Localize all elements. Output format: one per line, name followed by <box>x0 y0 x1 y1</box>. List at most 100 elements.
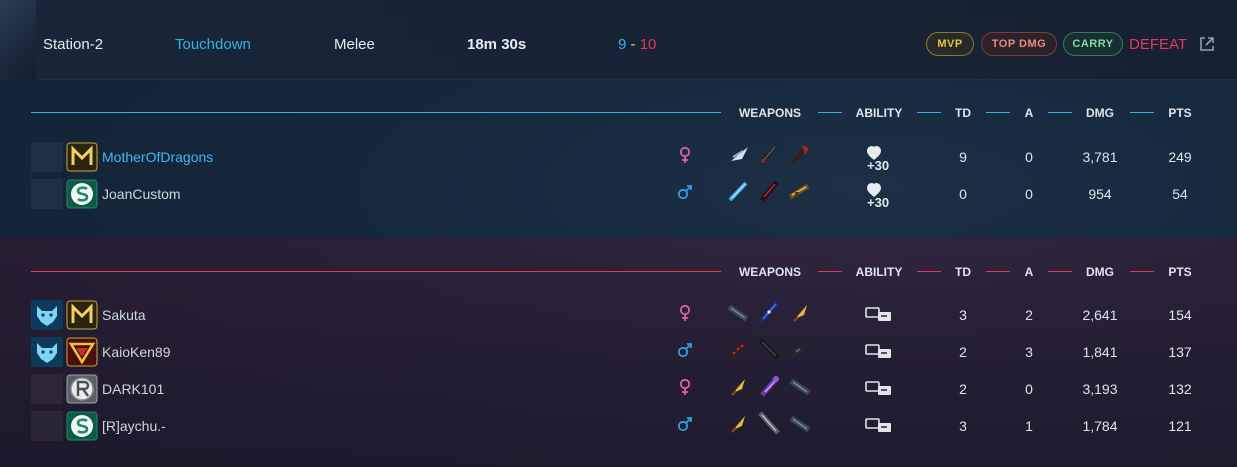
stat-pts: 137 <box>1168 344 1192 360</box>
stat-a: 2 <box>1025 307 1033 323</box>
male-icon <box>677 183 693 201</box>
stat-dmg: 3,193 <box>1082 381 1118 397</box>
stat-td: 9 <box>959 149 967 165</box>
card-swap-icon <box>863 374 895 404</box>
stat-td: 3 <box>959 418 967 434</box>
player-name[interactable]: Sakuta <box>102 307 146 323</box>
male-icon <box>677 415 693 433</box>
match-header: Station-2 Touchdown Melee 18m 30s 9 - 10… <box>0 0 1237 80</box>
stat-dmg: 2,641 <box>1082 307 1118 323</box>
s-emblem-icon <box>66 179 98 209</box>
stat-dmg: 1,784 <box>1082 418 1118 434</box>
col-dmg: DMG <box>1086 106 1114 120</box>
col-td: TD <box>955 265 971 279</box>
match-type: Melee <box>334 36 375 53</box>
player-row[interactable]: KaioKen89 2 3 1,841 137 <box>0 336 1237 368</box>
col-dmg: DMG <box>1086 265 1114 279</box>
col-divider <box>917 112 941 113</box>
external-link-icon[interactable] <box>1198 35 1216 53</box>
col-weapons: WEAPONS <box>738 106 801 120</box>
rank-slot <box>31 374 63 404</box>
chain-blade-icon <box>727 336 751 362</box>
black-sword-icon <box>757 336 781 362</box>
wolf-rank-icon <box>31 300 63 330</box>
red-axe-icon <box>788 141 812 167</box>
score-red: 10 <box>639 36 657 53</box>
card-swap-icon <box>863 300 895 330</box>
stat-td: 3 <box>959 307 967 323</box>
red-team-panel: WEAPONS ABILITY TD A DMG PTS Sakuta 3 2 … <box>0 238 1237 467</box>
player-row[interactable]: JoanCustom +30 0 0 954 54 <box>0 178 1237 210</box>
col-divider <box>1048 271 1072 272</box>
match-duration: 18m 30s <box>467 36 527 53</box>
stat-a: 0 <box>1025 149 1033 165</box>
stat-a: 0 <box>1025 186 1033 202</box>
stat-dmg: 3,781 <box>1082 149 1118 165</box>
gold-gun-icon <box>787 178 811 204</box>
stat-a: 0 <box>1025 381 1033 397</box>
stat-td: 2 <box>959 344 967 360</box>
player-row[interactable]: MotherOfDragons +30 9 0 3,781 249 <box>0 141 1237 173</box>
col-divider <box>818 271 842 272</box>
map-name: Station-2 <box>43 36 104 53</box>
col-pts: PTS <box>1168 265 1192 279</box>
triangle-emblem-icon <box>66 337 98 367</box>
card-swap-icon <box>863 411 895 441</box>
female-icon <box>677 378 693 396</box>
heal-30-icon: +30 <box>863 142 895 173</box>
female-icon <box>677 304 693 322</box>
player-name[interactable]: MotherOfDragons <box>102 149 213 165</box>
team-divider <box>31 271 721 272</box>
card-swap-icon <box>863 337 895 367</box>
match-result: DEFEAT <box>1129 36 1188 53</box>
col-pts: PTS <box>1168 106 1192 120</box>
stat-dmg: 954 <box>1088 186 1112 202</box>
blue-team-panel: WEAPONS ABILITY TD A DMG PTS MotherOfDra… <box>0 80 1237 238</box>
ability-value: +30 <box>867 195 889 209</box>
player-row[interactable]: [R]aychu.- 3 1 1,784 121 <box>0 410 1237 442</box>
stat-td: 2 <box>959 381 967 397</box>
mvp-badge: MVP <box>926 32 974 56</box>
m-emblem-icon <box>66 142 98 172</box>
stat-dmg: 1,841 <box>1082 344 1118 360</box>
grey-sword-icon <box>757 410 781 436</box>
map-thumbnail <box>0 0 36 80</box>
female-icon <box>677 146 693 164</box>
rank-slot <box>31 142 63 172</box>
player-name[interactable]: JoanCustom <box>102 186 181 202</box>
dark-blade-icon <box>757 141 781 167</box>
blue-sword-icon <box>726 178 750 204</box>
wolf-rank-icon <box>31 337 63 367</box>
player-name[interactable]: DARK101 <box>102 381 164 397</box>
red-blade-icon <box>757 178 781 204</box>
game-mode: Touchdown <box>175 36 251 53</box>
col-a: A <box>1024 265 1034 279</box>
match-score: 9 - 10 <box>618 36 656 53</box>
col-ability: ABILITY <box>855 265 903 279</box>
score-separator: - <box>626 36 640 53</box>
player-row[interactable]: DARK101 2 0 3,193 132 <box>0 373 1237 405</box>
male-icon <box>677 341 693 359</box>
stat-a: 1 <box>1025 418 1033 434</box>
launcher-icon <box>788 410 812 436</box>
rank-slot <box>31 179 63 209</box>
col-divider <box>986 112 1010 113</box>
stat-pts: 154 <box>1168 307 1192 323</box>
player-name[interactable]: [R]aychu.- <box>102 418 166 434</box>
player-name[interactable]: KaioKen89 <box>102 344 171 360</box>
blue-rifle-icon <box>757 299 781 325</box>
player-row[interactable]: Sakuta 3 2 2,641 154 <box>0 299 1237 331</box>
stat-pts: 121 <box>1168 418 1192 434</box>
launcher-icon <box>788 373 812 399</box>
shotgun-icon <box>788 336 812 362</box>
top-dmg-badge: TOP DMG <box>981 32 1057 56</box>
col-weapons: WEAPONS <box>738 265 801 279</box>
carry-badge: CARRY <box>1063 32 1123 56</box>
launcher-icon <box>726 299 750 325</box>
m-emblem-icon <box>66 300 98 330</box>
s-emblem-icon <box>66 411 98 441</box>
col-td: TD <box>955 106 971 120</box>
heal-30-icon: +30 <box>863 179 895 210</box>
rank-slot <box>31 411 63 441</box>
stat-pts: 249 <box>1168 149 1192 165</box>
